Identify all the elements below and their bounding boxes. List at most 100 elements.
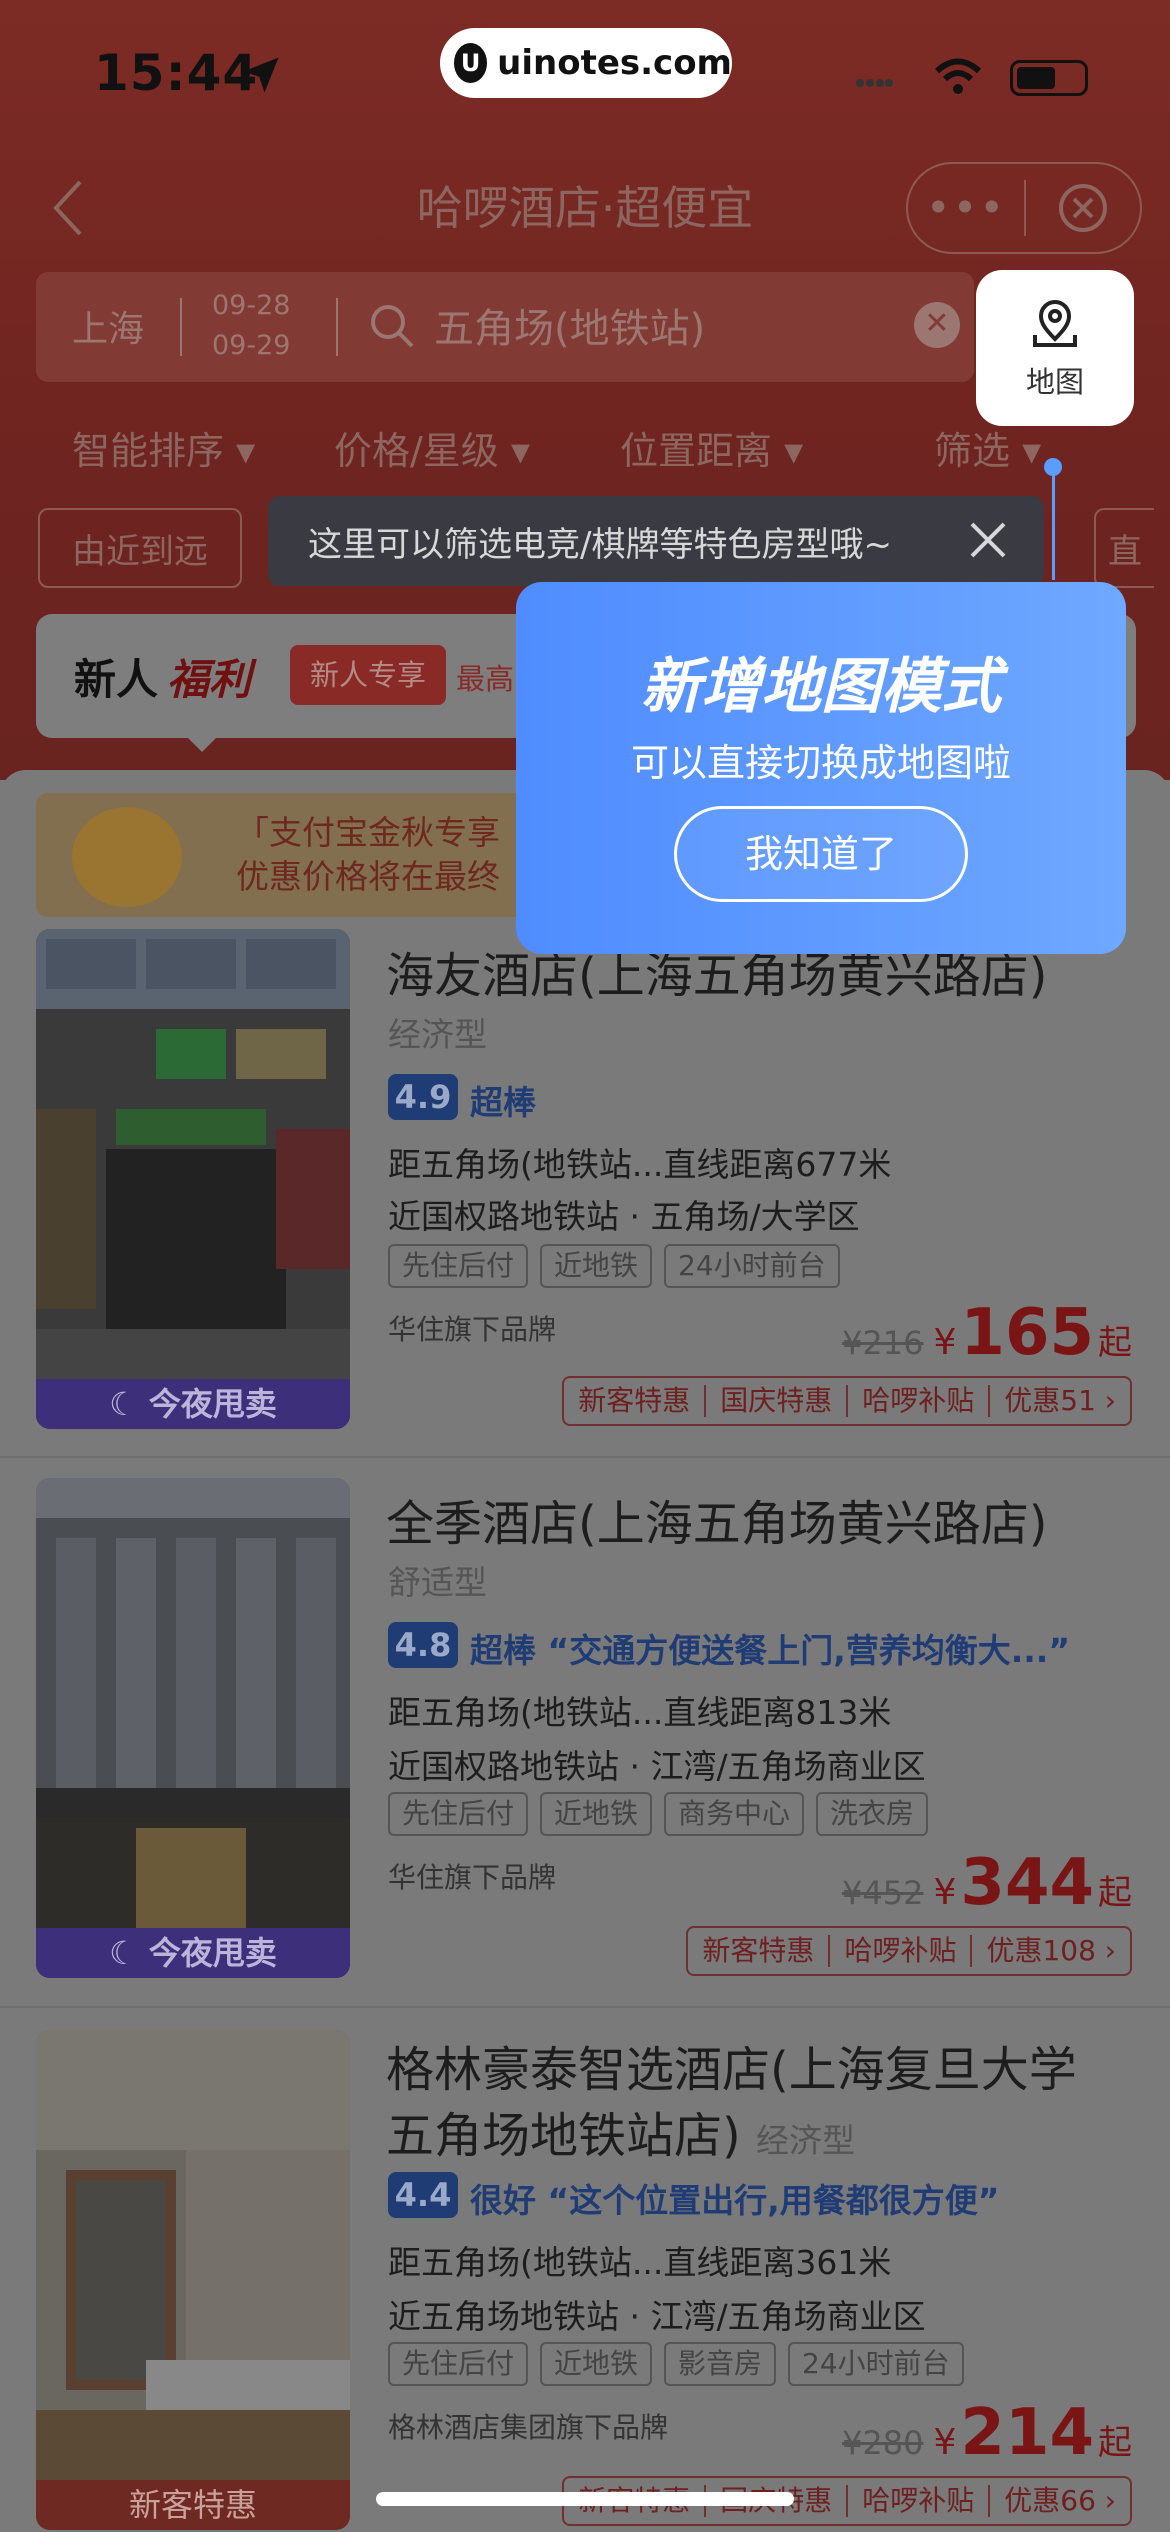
tag: 近地铁 <box>540 2342 653 2386</box>
chip-near-to-far[interactable]: 由近到远 <box>38 508 242 588</box>
hotel-name[interactable]: 格林豪泰智选酒店(上海复旦大学 <box>386 2030 1077 2100</box>
discount-tag: 优惠108 › <box>986 1934 1116 1967</box>
currency: ¥ <box>933 2422 957 2463</box>
hotel-photo[interactable]: ☾ 今夜甩卖 <box>36 929 350 1429</box>
filter-price[interactable]: 价格/星级 ▾ <box>334 420 530 475</box>
tag: 先住后付 <box>388 2342 529 2386</box>
tag: 24小时前台 <box>664 1244 840 1288</box>
original-price: ¥452 <box>842 1874 924 1912</box>
discount-tag: 国庆特惠 <box>706 1385 849 1417</box>
hotel-photo-image <box>36 1478 350 1978</box>
tag: 洗衣房 <box>816 1792 929 1836</box>
clear-search-button[interactable]: ✕ <box>914 302 960 348</box>
filter-label: 智能排序 <box>72 429 225 473</box>
discount-tag: 优惠51 › <box>1004 1384 1116 1417</box>
price-block: ¥216 ¥165 起 <box>842 1296 1132 1370</box>
rating-word-text: 超棒 <box>470 1631 536 1670</box>
price-suffix: 起 <box>1098 2423 1132 2463</box>
discount-tag: 哈啰补贴 <box>848 2485 991 2517</box>
promo-mascot-icon <box>72 807 182 907</box>
tag: 先住后付 <box>388 1244 529 1288</box>
rating-badge: 4.9 <box>388 1074 458 1120</box>
review-snippet: “交通方便送餐上门,营养均衡大...” <box>547 1631 1071 1670</box>
tag: 影音房 <box>664 2342 777 2386</box>
discount-tags[interactable]: 新客特惠 哈啰补贴 优惠108 › <box>686 1926 1132 1976</box>
price-suffix: 起 <box>1098 1873 1132 1913</box>
popup-title: 新增地图模式 <box>641 652 1001 722</box>
hotel-type: 经济型 <box>388 1015 487 1054</box>
discount-tag: 哈啰补贴 <box>848 1385 991 1417</box>
popup-subtitle: 可以直接切换成地图啦 <box>630 741 1011 785</box>
hotel-distance: 距五角场(地铁站...直线距离361米 <box>388 2243 892 2282</box>
price-block: ¥452 ¥344 起 <box>842 1846 1132 1920</box>
more-button[interactable]: ••• <box>908 180 1026 236</box>
filter-distance[interactable]: 位置距离 ▾ <box>620 420 803 475</box>
price: ¥344 起 <box>934 1846 1133 1920</box>
original-price: ¥216 <box>842 1324 924 1362</box>
hotel-photo-image <box>36 929 350 1429</box>
hotel-area: 近五角场地铁站 · 江湾/五角场商业区 <box>388 2297 926 2336</box>
benefit-label: 福利 <box>167 655 252 704</box>
tag: 24小时前台 <box>788 2342 964 2386</box>
newbie-tag: 新人专享 <box>290 645 446 705</box>
rating-word: 很好 “这个位置出行,用餐都很方便” <box>470 2174 999 2222</box>
search-input[interactable]: 五角场(地铁站) <box>434 296 705 354</box>
watermark-text: uinotes.com <box>497 43 732 83</box>
currency: ¥ <box>933 1872 957 1913</box>
filter-sort[interactable]: 智能排序 ▾ <box>72 420 255 475</box>
tooltip-close-icon[interactable] <box>962 514 1014 566</box>
price-value: 214 <box>960 2396 1094 2470</box>
newbie-text: 最高 <box>456 662 515 696</box>
close-circle-icon <box>1059 184 1107 232</box>
promo-line: 「支付宝金秋专享 <box>236 813 500 852</box>
hotel-type: 经济型 <box>756 2121 855 2160</box>
discount-tag: 哈啰补贴 <box>830 1935 973 1967</box>
price: ¥214 起 <box>934 2396 1133 2470</box>
tonight-sale-banner: ☾ 今夜甩卖 <box>36 1928 350 1978</box>
discount-tags[interactable]: 新客特惠 国庆特惠 哈啰补贴 优惠51 › <box>562 1376 1132 1426</box>
hotel-name[interactable]: 全季酒店(上海五角场黄兴路店) <box>386 1484 1047 1554</box>
wifi-icon <box>935 58 981 94</box>
status-time: 15:44 <box>94 44 259 102</box>
rating-word-text: 很好 <box>470 2181 536 2220</box>
price-value: 344 <box>960 1846 1094 1920</box>
city-selector[interactable]: 上海 <box>72 300 144 352</box>
review-snippet: “这个位置出行,用餐都很方便” <box>547 2181 1000 2220</box>
hotel-tags: 先住后付 近地铁 商务中心 洗衣房 <box>388 1792 929 1836</box>
rating-badge: 4.4 <box>388 2172 458 2218</box>
search-icon <box>371 305 414 348</box>
got-it-button[interactable]: 我知道了 <box>674 806 968 902</box>
checkout-date: 09-29 <box>212 330 291 361</box>
discount-tag: 新客特惠 <box>688 1935 831 1967</box>
hotel-area: 近国权路地铁站 · 江湾/五角场商业区 <box>388 1747 926 1786</box>
date-selector[interactable]: 09-28 09-29 <box>212 286 290 366</box>
alipay-promo-banner[interactable]: 「支付宝金秋专享 优惠价格将在最终 <box>36 793 546 917</box>
divider <box>336 298 338 356</box>
new-customer-banner: 新客特惠 <box>36 2480 350 2530</box>
hotel-brand: 华住旗下品牌 <box>388 1313 557 1346</box>
divider <box>0 2006 1170 2008</box>
filter-label: 价格/星级 <box>334 429 499 473</box>
newbie-label: 新人 <box>74 655 159 704</box>
hotel-brand: 华住旗下品牌 <box>388 1861 557 1894</box>
tag: 近地铁 <box>540 1792 653 1836</box>
tooltip-text: 这里可以筛选电竞/棋牌等特色房型哦~ <box>308 524 892 565</box>
rating-badge: 4.8 <box>388 1622 458 1668</box>
rating-word: 超棒 “交通方便送餐上门,营养均衡大...” <box>470 1624 1070 1672</box>
hotel-photo[interactable]: 新客特惠 <box>36 2030 350 2530</box>
location-arrow-icon <box>243 57 279 93</box>
tonight-sale-banner: ☾ 今夜甩卖 <box>36 1379 350 1429</box>
hotel-name-cont: 五角场地铁站店) <box>386 2108 741 2164</box>
checkin-date: 09-28 <box>212 290 291 321</box>
hotel-photo[interactable]: ☾ 今夜甩卖 <box>36 1478 350 1978</box>
tag: 近地铁 <box>540 1244 653 1288</box>
map-mode-button[interactable]: 地图 <box>976 270 1134 426</box>
filter-screen[interactable]: 筛选 ▾ <box>934 420 1041 475</box>
home-indicator[interactable] <box>376 2492 794 2506</box>
close-button[interactable] <box>1026 181 1140 235</box>
hotel-distance: 距五角场(地铁站...直线距离677米 <box>388 1145 892 1184</box>
chip-partial[interactable]: 直 <box>1094 508 1154 588</box>
tag: 先住后付 <box>388 1792 529 1836</box>
divider <box>0 1456 1170 1458</box>
rating-word: 超棒 <box>470 1083 536 1122</box>
